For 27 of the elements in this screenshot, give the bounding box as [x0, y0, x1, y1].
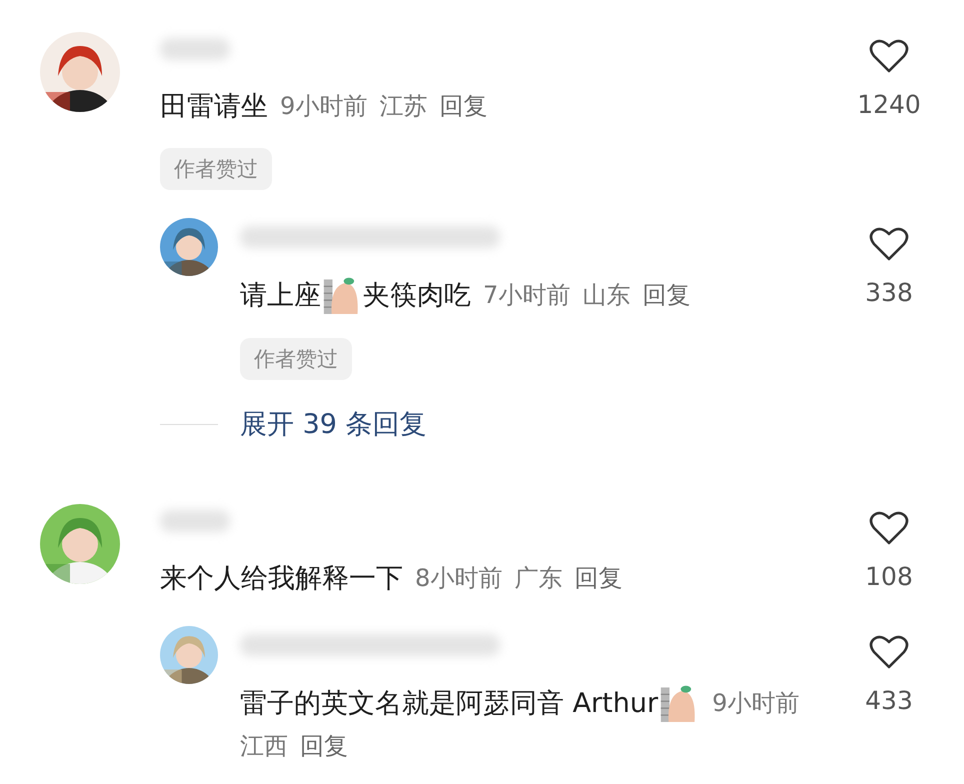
heart-icon[interactable]: [869, 510, 909, 546]
comment-location: 江西: [240, 731, 288, 762]
comment-time: 9小时前: [712, 688, 800, 719]
comment-location: 广东: [514, 563, 562, 594]
comment-time: 9小时前: [280, 91, 368, 122]
reply-button[interactable]: 回复: [574, 562, 622, 594]
comment-text: 请上座 夹筷肉吃: [240, 274, 471, 316]
heart-icon[interactable]: [869, 226, 909, 262]
comment-text: 田雷请坐: [160, 90, 268, 124]
comment-text: 雷子的英文名就是阿瑟同音 Arthur: [240, 682, 700, 724]
comment-time: 8小时前: [415, 563, 502, 594]
comment-time: 7小时前: [483, 280, 570, 311]
reply-button[interactable]: 回复: [642, 279, 690, 311]
like-count: 338: [865, 278, 913, 307]
like-count: 108: [865, 562, 913, 591]
reply-button[interactable]: 回复: [439, 90, 488, 122]
heart-icon[interactable]: [869, 634, 909, 670]
author-liked-badge: 作者赞过: [240, 338, 352, 380]
like-count: 433: [865, 686, 913, 715]
like-count: 1240: [857, 90, 921, 119]
comment-text: 来个人给我解释一下: [160, 562, 403, 596]
comment-location: 江苏: [379, 91, 428, 122]
heart-icon[interactable]: [869, 38, 909, 74]
author-liked-badge: 作者赞过: [160, 148, 272, 190]
expand-replies-link[interactable]: 展开 39 条回复: [240, 406, 427, 442]
reply-button[interactable]: 回复: [300, 730, 348, 762]
comment-location: 山东: [582, 280, 630, 311]
